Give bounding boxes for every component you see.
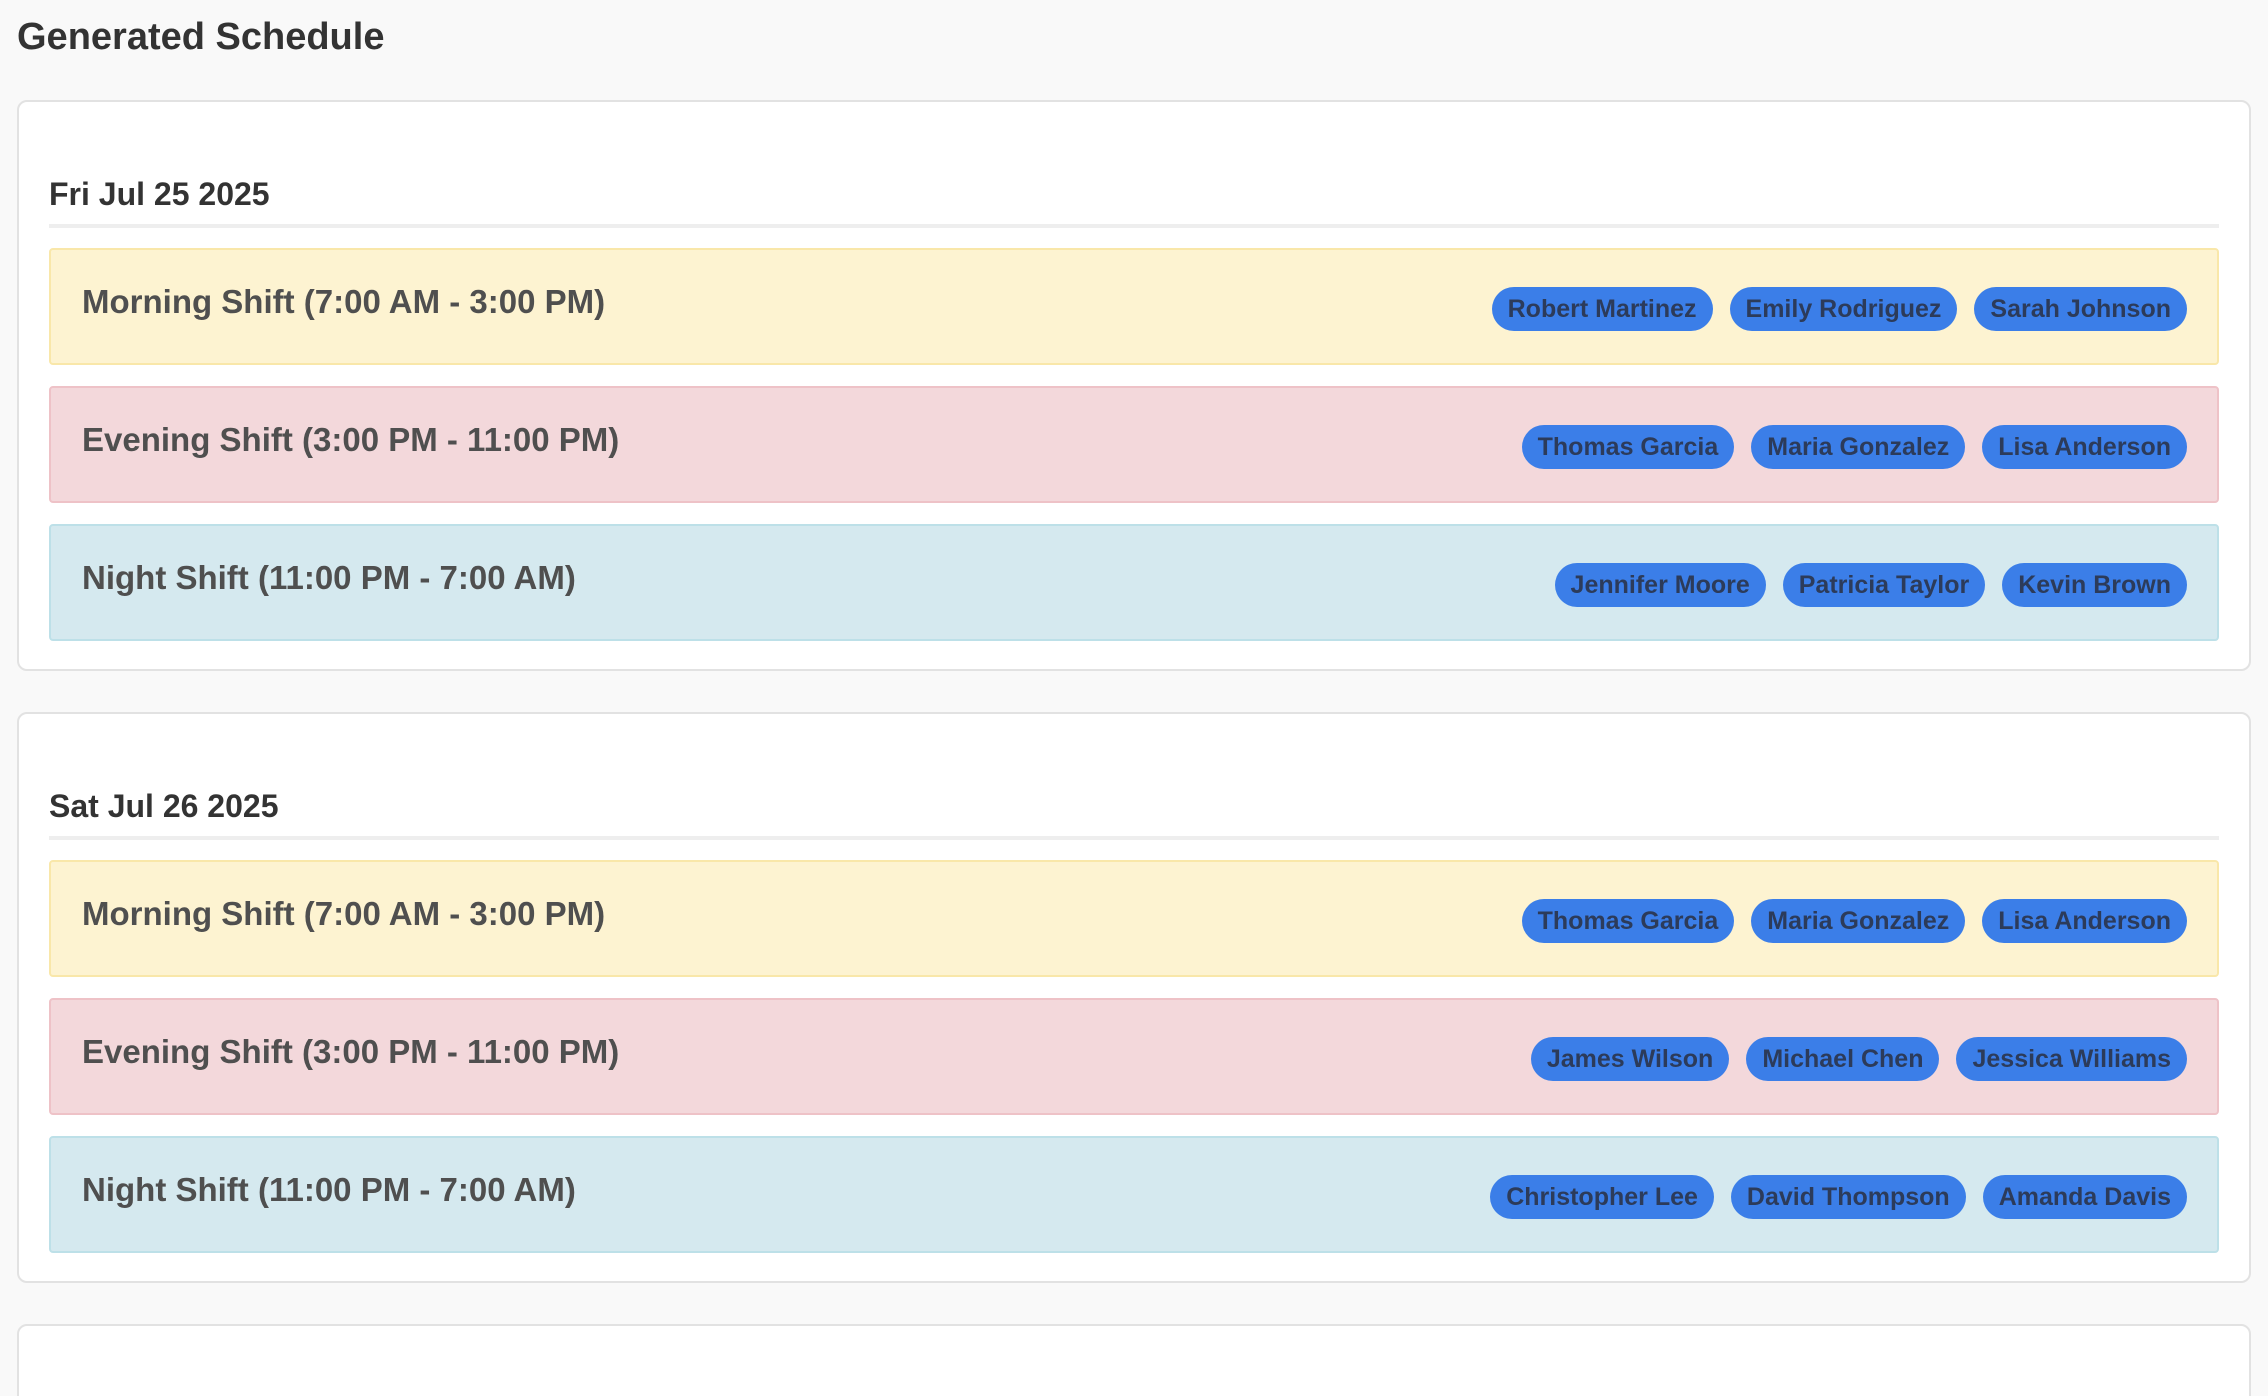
staff-pill[interactable]: Emily Rodriguez — [1729, 286, 1958, 331]
staff-pill[interactable]: David Thompson — [1730, 1174, 1966, 1219]
staff-pill[interactable]: Lisa Anderson — [1982, 898, 2187, 943]
staff-pill[interactable]: Christopher Lee — [1490, 1174, 1714, 1219]
staff-pill[interactable]: Amanda Davis — [1982, 1174, 2187, 1219]
day-card: Fri Jul 25 2025 Morning Shift (7:00 AM -… — [17, 100, 2251, 671]
schedule-page: Generated Schedule Fri Jul 25 2025 Morni… — [0, 0, 2268, 1396]
staff-pill[interactable]: Patricia Taylor — [1782, 562, 1986, 607]
staff-pill[interactable]: Michael Chen — [1746, 1036, 1940, 1081]
day-card — [17, 1324, 2251, 1396]
shift-row-night: Night Shift (11:00 PM - 7:00 AM) Jennife… — [49, 524, 2219, 641]
day-card: Sat Jul 26 2025 Morning Shift (7:00 AM -… — [17, 712, 2251, 1283]
shift-label: Morning Shift (7:00 AM - 3:00 PM) — [82, 282, 606, 320]
day-date-heading: Fri Jul 25 2025 — [49, 102, 2219, 228]
staff-list: Robert Martinez Emily Rodriguez Sarah Jo… — [1491, 286, 2187, 331]
staff-pill[interactable]: Robert Martinez — [1491, 286, 1713, 331]
shift-row-evening: Evening Shift (3:00 PM - 11:00 PM) Thoma… — [49, 386, 2219, 503]
day-date-heading: Sat Jul 26 2025 — [49, 714, 2219, 840]
staff-list: Thomas Garcia Maria Gonzalez Lisa Anders… — [1521, 898, 2187, 943]
shift-label: Night Shift (11:00 PM - 7:00 AM) — [82, 558, 576, 596]
staff-pill[interactable]: Lisa Anderson — [1982, 424, 2187, 469]
staff-pill[interactable]: Maria Gonzalez — [1751, 424, 1966, 469]
staff-list: Thomas Garcia Maria Gonzalez Lisa Anders… — [1521, 424, 2187, 469]
shift-row-evening: Evening Shift (3:00 PM - 11:00 PM) James… — [49, 998, 2219, 1115]
staff-pill[interactable]: James Wilson — [1530, 1036, 1730, 1081]
shift-label: Evening Shift (3:00 PM - 11:00 PM) — [82, 1032, 620, 1070]
shift-row-morning: Morning Shift (7:00 AM - 3:00 PM) Robert… — [49, 248, 2219, 365]
shift-row-night: Night Shift (11:00 PM - 7:00 AM) Christo… — [49, 1136, 2219, 1253]
staff-pill[interactable]: Thomas Garcia — [1521, 898, 1735, 943]
shift-row-morning: Morning Shift (7:00 AM - 3:00 PM) Thomas… — [49, 860, 2219, 977]
staff-list: Christopher Lee David Thompson Amanda Da… — [1490, 1174, 2187, 1219]
staff-pill[interactable]: Maria Gonzalez — [1751, 898, 1966, 943]
staff-pill[interactable]: Kevin Brown — [2002, 562, 2187, 607]
shift-label: Evening Shift (3:00 PM - 11:00 PM) — [82, 420, 620, 458]
staff-pill[interactable]: Jennifer Moore — [1554, 562, 1766, 607]
staff-pill[interactable]: Sarah Johnson — [1974, 286, 2187, 331]
staff-list: James Wilson Michael Chen Jessica Willia… — [1530, 1036, 2187, 1081]
shift-label: Morning Shift (7:00 AM - 3:00 PM) — [82, 894, 606, 932]
staff-pill[interactable]: Thomas Garcia — [1521, 424, 1735, 469]
page-title: Generated Schedule — [17, 16, 385, 58]
staff-pill[interactable]: Jessica Williams — [1956, 1036, 2187, 1081]
staff-list: Jennifer Moore Patricia Taylor Kevin Bro… — [1554, 562, 2187, 607]
shift-label: Night Shift (11:00 PM - 7:00 AM) — [82, 1170, 576, 1208]
